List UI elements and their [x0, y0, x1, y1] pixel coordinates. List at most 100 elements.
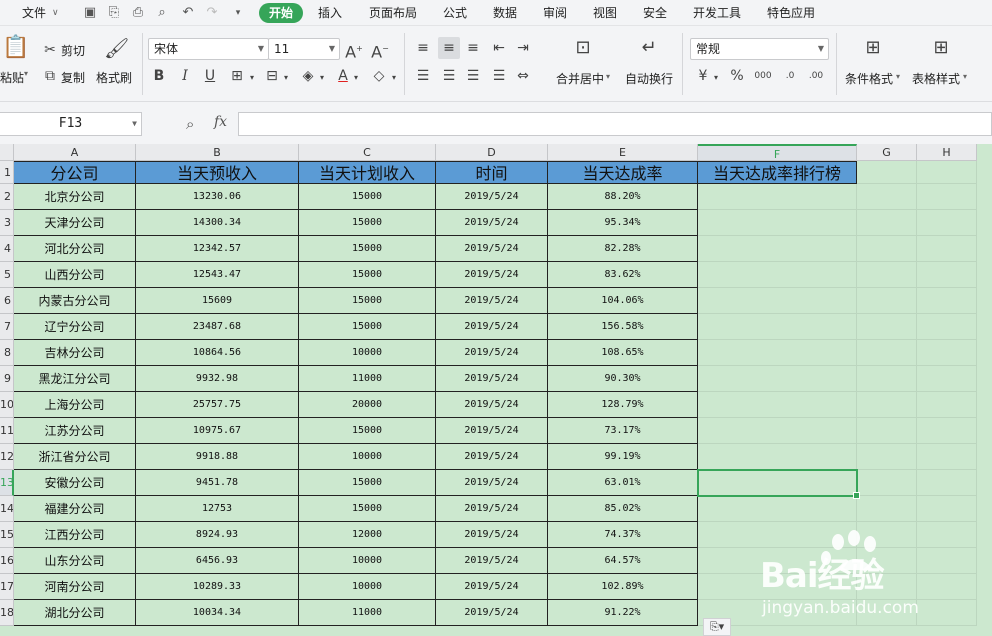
table-cell[interactable]: 8924.93	[136, 522, 299, 548]
table-cell[interactable]: 2019/5/24	[436, 600, 548, 626]
thousands-separator-icon[interactable]: 000	[754, 67, 772, 85]
font-name-select[interactable]: 宋体 ▼	[148, 38, 269, 60]
align-left-icon[interactable]: ☰	[414, 67, 432, 85]
empty-cell[interactable]	[917, 496, 977, 522]
print-icon[interactable]: ⎙	[130, 5, 146, 21]
clear-format-icon[interactable]: ◇	[370, 67, 388, 85]
table-cell[interactable]: 15000	[299, 288, 436, 314]
wrap-text-icon[interactable]: ↵	[638, 39, 660, 63]
table-cell[interactable]: 82.28%	[548, 236, 698, 262]
row-header[interactable]: 13	[0, 470, 14, 496]
table-style-dropdown-icon[interactable]: ▾	[963, 72, 967, 81]
merge-center-button[interactable]: 合并居中	[556, 70, 604, 87]
function-icon[interactable]: fx	[214, 114, 227, 130]
cell-format-dropdown-icon[interactable]: ▾	[282, 69, 290, 87]
fill-color-icon[interactable]: ◈	[299, 67, 317, 85]
table-header-cell[interactable]: 分公司	[14, 161, 136, 184]
table-cell[interactable]: 10000	[299, 340, 436, 366]
row-header[interactable]: 18	[0, 600, 14, 626]
table-header-cell[interactable]: 当天达成率排行榜	[698, 161, 857, 184]
conditional-format-button[interactable]: 条件格式	[845, 70, 893, 87]
tab-view[interactable]: 视图	[593, 0, 617, 26]
select-all-corner[interactable]	[0, 144, 14, 161]
formula-input[interactable]	[238, 112, 992, 136]
column-header-d[interactable]: D	[436, 144, 548, 161]
format-painter-icon[interactable]: 🖌	[104, 38, 129, 63]
table-cell[interactable]: 9918.88	[136, 444, 299, 470]
table-style-button[interactable]: 表格样式	[912, 70, 960, 87]
empty-cell[interactable]	[698, 236, 857, 262]
table-cell[interactable]: 11000	[299, 366, 436, 392]
table-cell[interactable]: 15000	[299, 418, 436, 444]
table-cell[interactable]: 2019/5/24	[436, 470, 548, 496]
chevron-down-icon[interactable]: ∨	[52, 0, 59, 26]
empty-cell[interactable]	[857, 392, 917, 418]
empty-cell[interactable]	[698, 496, 857, 522]
table-cell[interactable]: 天津分公司	[14, 210, 136, 236]
empty-cell[interactable]	[917, 236, 977, 262]
empty-cell[interactable]	[917, 366, 977, 392]
tab-insert[interactable]: 插入	[318, 0, 342, 26]
table-cell[interactable]: 12543.47	[136, 262, 299, 288]
table-cell[interactable]: 91.22%	[548, 600, 698, 626]
empty-cell[interactable]	[698, 366, 857, 392]
tab-data[interactable]: 数据	[493, 0, 517, 26]
zoom-search-icon[interactable]: ⌕	[186, 115, 194, 133]
table-cell[interactable]: 63.01%	[548, 470, 698, 496]
table-cell[interactable]: 2019/5/24	[436, 522, 548, 548]
table-cell[interactable]: 104.06%	[548, 288, 698, 314]
empty-cell[interactable]	[857, 184, 917, 210]
border-icon[interactable]: ⊞	[228, 67, 246, 85]
table-cell[interactable]: 河南分公司	[14, 574, 136, 600]
empty-cell[interactable]	[857, 210, 917, 236]
empty-cell[interactable]	[698, 444, 857, 470]
paste-options-icon[interactable]: ⎘▾	[703, 618, 731, 636]
paste-button[interactable]: 粘贴	[0, 69, 24, 86]
increase-font-size-icon[interactable]: A+	[344, 40, 364, 61]
table-cell[interactable]: 15000	[299, 262, 436, 288]
paste-dropdown-icon[interactable]: ▾	[24, 69, 28, 78]
row-header[interactable]: 1	[0, 161, 14, 184]
column-header-b[interactable]: B	[136, 144, 299, 161]
table-cell[interactable]: 10000	[299, 444, 436, 470]
empty-cell[interactable]	[857, 340, 917, 366]
empty-cell[interactable]	[917, 470, 977, 496]
table-cell[interactable]: 2019/5/24	[436, 496, 548, 522]
increase-indent-icon[interactable]: ⇥	[514, 39, 532, 57]
table-cell[interactable]: 吉林分公司	[14, 340, 136, 366]
table-cell[interactable]: 15000	[299, 236, 436, 262]
table-cell[interactable]: 74.37%	[548, 522, 698, 548]
underline-icon[interactable]: U	[201, 67, 219, 85]
column-header-g[interactable]: G	[857, 144, 917, 161]
table-cell[interactable]: 25757.75	[136, 392, 299, 418]
empty-cell[interactable]	[857, 444, 917, 470]
table-cell[interactable]: 15000	[299, 184, 436, 210]
row-header[interactable]: 4	[0, 236, 14, 262]
table-cell[interactable]: 2019/5/24	[436, 262, 548, 288]
table-cell[interactable]: 浙江省分公司	[14, 444, 136, 470]
empty-cell[interactable]	[857, 236, 917, 262]
table-header-cell[interactable]: 当天达成率	[548, 161, 698, 184]
table-cell[interactable]: 2019/5/24	[436, 366, 548, 392]
currency-icon[interactable]: ¥	[694, 67, 712, 85]
table-cell[interactable]: 2019/5/24	[436, 184, 548, 210]
empty-cell[interactable]	[698, 418, 857, 444]
row-header[interactable]: 9	[0, 366, 14, 392]
table-cell[interactable]: 福建分公司	[14, 496, 136, 522]
table-cell[interactable]: 10864.56	[136, 340, 299, 366]
row-header[interactable]: 12	[0, 444, 14, 470]
redo-icon[interactable]: ↷	[204, 5, 220, 21]
row-header[interactable]: 7	[0, 314, 14, 340]
table-cell[interactable]: 15000	[299, 470, 436, 496]
table-cell[interactable]: 10289.33	[136, 574, 299, 600]
table-cell[interactable]: 128.79%	[548, 392, 698, 418]
tab-security[interactable]: 安全	[643, 0, 667, 26]
row-header[interactable]: 17	[0, 574, 14, 600]
table-cell[interactable]: 10000	[299, 548, 436, 574]
table-cell[interactable]: 88.20%	[548, 184, 698, 210]
table-cell[interactable]: 10034.34	[136, 600, 299, 626]
bold-icon[interactable]: B	[150, 67, 168, 85]
align-top-icon[interactable]: ≡	[414, 39, 432, 57]
table-cell[interactable]: 湖北分公司	[14, 600, 136, 626]
row-header[interactable]: 3	[0, 210, 14, 236]
